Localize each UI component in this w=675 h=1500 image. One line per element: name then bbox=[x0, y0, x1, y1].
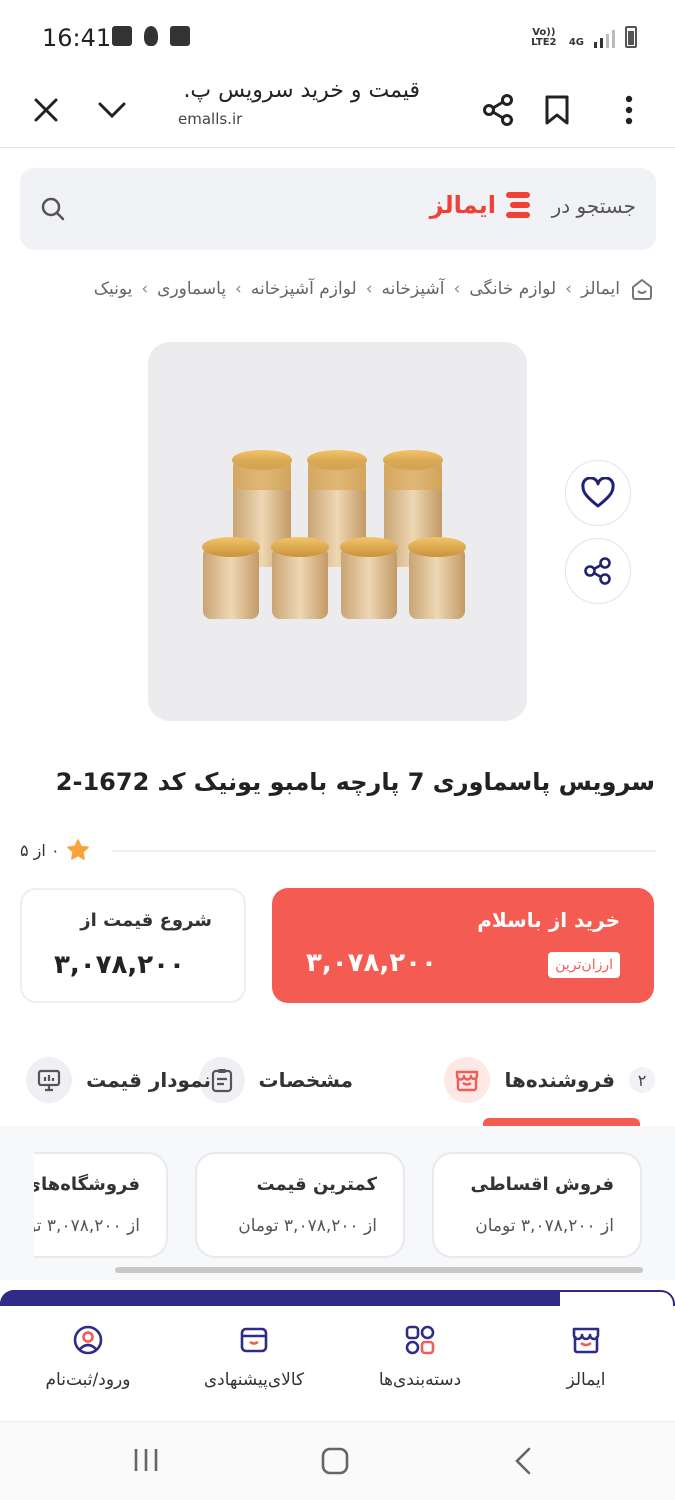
offer-title: فروش اقساطی bbox=[470, 1174, 614, 1195]
nav-categories-label: دسته‌بندی‌ها bbox=[378, 1370, 462, 1390]
chevron-down-icon[interactable] bbox=[88, 86, 136, 134]
chevron-left-icon: ‹ bbox=[453, 279, 461, 299]
breadcrumb-item[interactable]: ایمالز bbox=[581, 279, 620, 299]
sellers-count-badge: ۲ bbox=[629, 1067, 655, 1093]
buy-card[interactable]: خرید از باسلام ۳,۰۷۸,۲۰۰ ارزان‌ترین bbox=[272, 888, 654, 1003]
offer-value: از ۳,۰۷۸,۲۰۰ تومان bbox=[34, 1216, 140, 1236]
nav-home-label: ایمالز bbox=[566, 1370, 606, 1390]
notification-icons bbox=[112, 26, 190, 46]
nav-home[interactable]: ایمالز bbox=[511, 1324, 661, 1390]
gallery-icon bbox=[112, 26, 132, 46]
offer-card[interactable]: کمترین قیمت از ۳,۰۷۸,۲۰۰ تومان bbox=[195, 1152, 405, 1258]
url-host[interactable]: emalls.ir bbox=[178, 110, 242, 128]
grid-icon bbox=[405, 1325, 435, 1355]
chevron-left-icon: ‹ bbox=[235, 279, 242, 299]
logo-text: ایمالز bbox=[429, 191, 496, 219]
system-indicators: Vo)) LTE2 4G bbox=[529, 26, 637, 48]
box-icon bbox=[240, 1327, 268, 1353]
chevron-left-icon: ‹ bbox=[365, 279, 373, 299]
breadcrumb-item[interactable]: یونیک bbox=[94, 279, 133, 299]
offer-card[interactable]: فروش اقساطی از ۳,۰۷۸,۲۰۰ تومان bbox=[432, 1152, 642, 1258]
divider bbox=[112, 850, 656, 852]
offer-title: فروشگاه‌های bbox=[34, 1174, 140, 1195]
breadcrumb-item[interactable]: لوازم آشپزخانه bbox=[251, 279, 357, 299]
tab-price-chart[interactable]: نمودار قیمت bbox=[26, 1056, 211, 1104]
heart-icon bbox=[581, 477, 615, 508]
search-icon[interactable] bbox=[40, 196, 66, 226]
battery-icon bbox=[625, 26, 637, 48]
tab-sellers-label: فروشنده‌ها bbox=[504, 1068, 615, 1092]
back-icon[interactable] bbox=[512, 1446, 534, 1480]
checkbox-icon bbox=[170, 26, 190, 46]
cheapest-badge: ارزان‌ترین bbox=[548, 952, 620, 978]
nav-categories[interactable]: دسته‌بندی‌ها bbox=[345, 1324, 495, 1390]
nav-login[interactable]: ورود/ثبت‌نام bbox=[13, 1324, 163, 1390]
favorite-button[interactable] bbox=[565, 460, 631, 526]
horizontal-scrollbar[interactable] bbox=[115, 1267, 643, 1273]
nav-suggested-label: کالای‌پیشنهادی bbox=[203, 1370, 305, 1390]
chevron-left-icon: ‹ bbox=[565, 279, 572, 299]
scroll-progress-bar bbox=[0, 1290, 675, 1306]
breadcrumb-item[interactable]: پاسماوری bbox=[157, 279, 226, 299]
store-icon bbox=[444, 1057, 491, 1103]
progress-fill bbox=[0, 1290, 561, 1306]
close-icon[interactable] bbox=[22, 86, 70, 134]
breadcrumb-item[interactable]: لوازم خانگی bbox=[469, 279, 556, 299]
offers-carousel[interactable]: فروش اقساطی از ۳,۰۷۸,۲۰۰ تومان کمترین قی… bbox=[0, 1126, 675, 1280]
nav-suggested[interactable]: کالای‌پیشنهادی bbox=[179, 1324, 329, 1390]
chevron-left-icon: ‹ bbox=[141, 279, 149, 299]
share-product-button[interactable] bbox=[565, 538, 631, 604]
offer-title: کمترین قیمت bbox=[256, 1174, 377, 1195]
buy-label: خرید از باسلام bbox=[477, 908, 620, 932]
share-icon[interactable] bbox=[474, 86, 522, 134]
product-image[interactable] bbox=[148, 342, 527, 721]
browser-toolbar: قیمت و خرید سرویس پ. emalls.ir bbox=[0, 72, 675, 148]
tab-chart-label: نمودار قیمت bbox=[86, 1068, 211, 1092]
chart-board-icon bbox=[26, 1057, 73, 1103]
breadcrumb-item[interactable]: آشپزخانه bbox=[382, 279, 445, 299]
product-photo bbox=[202, 450, 466, 619]
breadcrumb: ایمالز ‹ لوازم خانگی ‹ آشپزخانه ‹ لوازم … bbox=[0, 276, 675, 310]
tab-sellers[interactable]: فروشنده‌ها ۲ bbox=[444, 1056, 655, 1104]
system-nav-bar bbox=[0, 1422, 675, 1500]
tab-specs[interactable]: مشخصات bbox=[198, 1056, 353, 1104]
status-time: 16:41 bbox=[42, 24, 112, 52]
home-icon[interactable] bbox=[629, 276, 655, 302]
offer-card[interactable]: فروشگاه‌های از ۳,۰۷۸,۲۰۰ تومان bbox=[34, 1152, 168, 1258]
share-icon bbox=[584, 557, 611, 585]
user-icon bbox=[73, 1325, 103, 1355]
logo-mark-icon bbox=[506, 192, 530, 218]
offer-value: از ۳,۰۷۸,۲۰۰ تومان bbox=[238, 1216, 377, 1236]
bookmark-icon[interactable] bbox=[533, 86, 581, 134]
recents-icon[interactable] bbox=[130, 1446, 162, 1478]
home-button-icon[interactable] bbox=[320, 1446, 350, 1480]
volte-indicator: Vo)) LTE2 bbox=[531, 27, 557, 48]
tab-bar: فروشنده‌ها ۲ مشخصات نمودار قیمت bbox=[0, 1050, 675, 1126]
signal-icon bbox=[594, 28, 615, 48]
rating-row: ۰ از ۵ bbox=[20, 836, 656, 864]
buy-price: ۳,۰۷۸,۲۰۰ bbox=[306, 948, 437, 978]
search-bar[interactable]: جستجو در ایمالز bbox=[20, 168, 656, 250]
page-title[interactable]: قیمت و خرید سرویس پ. bbox=[183, 78, 420, 103]
start-price-value: ۳,۰۷۸,۲۰۰ bbox=[54, 950, 185, 980]
star-icon bbox=[66, 839, 89, 860]
more-menu-icon[interactable] bbox=[605, 86, 653, 134]
offer-value: از ۳,۰۷۸,۲۰۰ تومان bbox=[475, 1216, 614, 1236]
bulb-icon bbox=[144, 26, 158, 46]
network-type: 4G bbox=[568, 37, 584, 48]
tab-specs-label: مشخصات bbox=[258, 1068, 353, 1092]
rating-text: ۰ از ۵ bbox=[20, 840, 60, 860]
search-placeholder: جستجو در bbox=[551, 194, 636, 218]
product-title: سرویس پاسماوری 7 پارچه بامبو یونیک کد 16… bbox=[55, 768, 655, 796]
store-icon bbox=[572, 1327, 600, 1354]
bottom-nav: ایمالز دسته‌بندی‌ها کالای‌پیشنهادی ورود/… bbox=[0, 1306, 675, 1422]
start-price-card[interactable]: شروع قیمت از ۳,۰۷۸,۲۰۰ bbox=[20, 888, 246, 1003]
start-price-label: شروع قیمت از bbox=[80, 910, 212, 931]
nav-login-label: ورود/ثبت‌نام bbox=[45, 1370, 131, 1390]
emalls-logo: ایمالز bbox=[430, 190, 532, 220]
status-bar: 16:41 Vo)) LTE2 4G bbox=[0, 0, 675, 72]
active-tab-indicator bbox=[483, 1118, 640, 1126]
